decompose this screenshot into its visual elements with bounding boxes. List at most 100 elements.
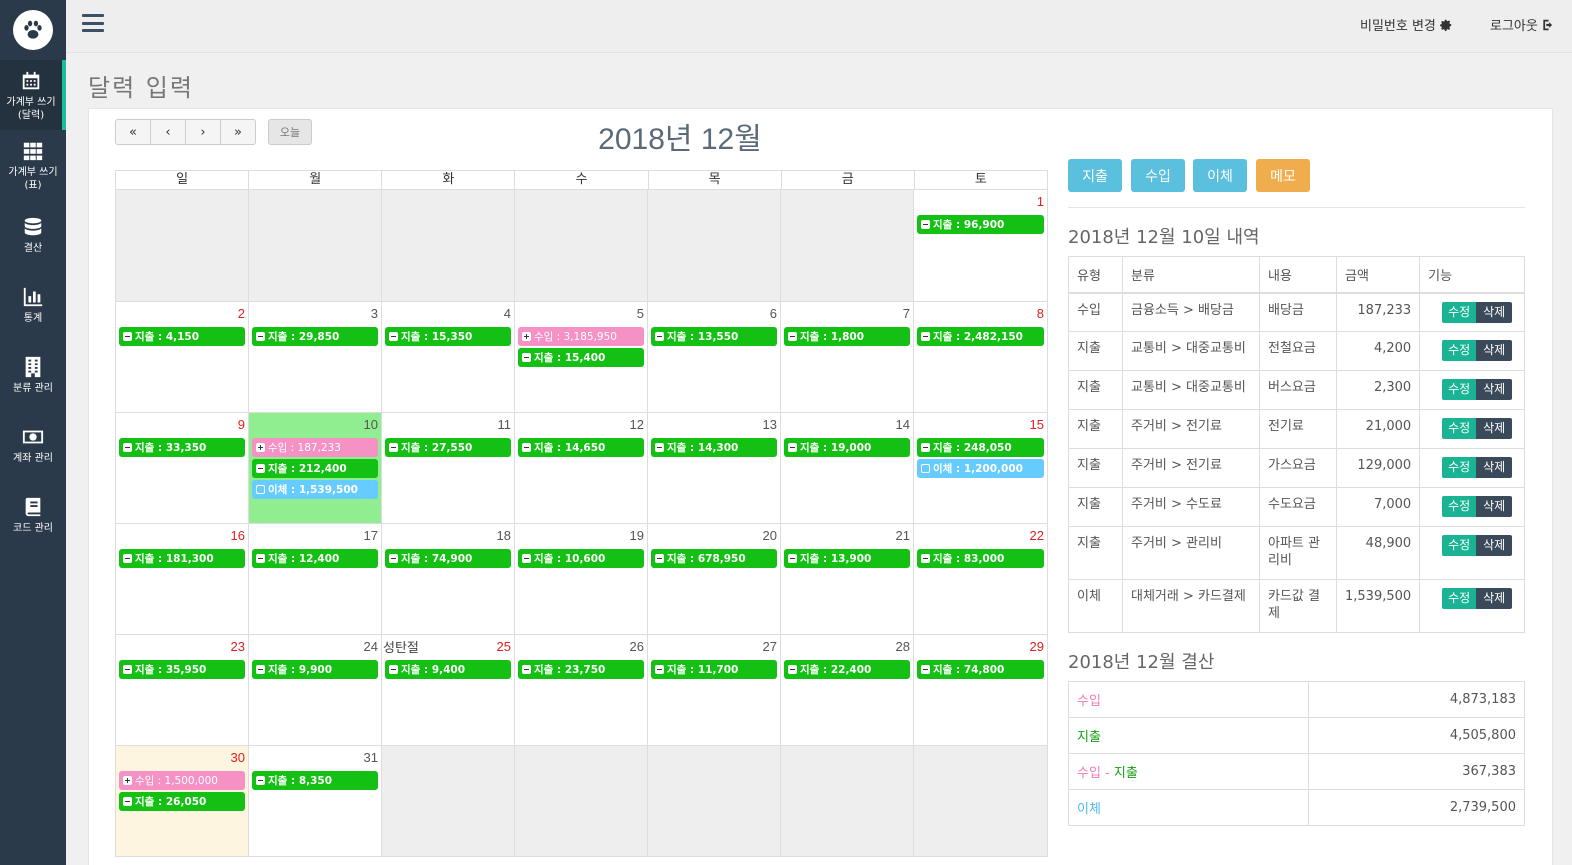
sidebar-item-6[interactable]: 계좌 관리 — [0, 410, 66, 480]
expense-event[interactable]: 지출 : 15,400 — [518, 348, 644, 367]
add-transfer-button[interactable]: 이체 — [1193, 159, 1247, 192]
sidebar-item-5[interactable]: 분류 관리 — [0, 340, 66, 410]
expense-event[interactable]: 지출 : 15,350 — [385, 327, 511, 346]
expense-event[interactable]: 지출 : 83,000 — [917, 549, 1044, 568]
calendar-day-12[interactable]: 12 지출 : 14,650 — [515, 413, 648, 523]
sidebar-item-7[interactable]: 코드 관리 — [0, 480, 66, 550]
edit-button[interactable]: 수정 — [1442, 496, 1477, 517]
calendar-day-31[interactable]: 31 지출 : 8,350 — [249, 746, 382, 856]
sidebar-item-1[interactable]: 가계부 쓰기 (달력) — [0, 60, 66, 130]
change-password-link[interactable]: 비밀번호 변경 — [1360, 15, 1453, 34]
logout-link[interactable]: 로그아웃 — [1490, 15, 1555, 34]
expense-event[interactable]: 지출 : 9,400 — [385, 660, 511, 679]
paw-logo-icon[interactable] — [13, 10, 53, 50]
expense-event[interactable]: 지출 : 74,900 — [385, 549, 511, 568]
add-expense-button[interactable]: 지출 — [1068, 159, 1122, 192]
edit-button[interactable]: 수정 — [1442, 535, 1477, 556]
calendar-day-29[interactable]: 29 지출 : 74,800 — [914, 635, 1047, 745]
income-event[interactable]: 수입 : 3,185,950 — [518, 327, 644, 346]
edit-button[interactable]: 수정 — [1442, 379, 1477, 400]
delete-button[interactable]: 삭제 — [1476, 301, 1513, 323]
expense-event[interactable]: 지출 : 1,800 — [784, 327, 910, 346]
calendar-day-18[interactable]: 18 지출 : 74,900 — [382, 524, 515, 634]
calendar-day-2[interactable]: 2 지출 : 4,150 — [116, 302, 249, 412]
calendar-day-28[interactable]: 28 지출 : 22,400 — [781, 635, 914, 745]
edit-button[interactable]: 수정 — [1442, 588, 1477, 609]
expense-event[interactable]: 지출 : 9,900 — [252, 660, 378, 679]
calendar-day-30[interactable]: 30 수입 : 1,500,000 지출 : 26,050 — [116, 746, 249, 856]
expense-event[interactable]: 지출 : 26,050 — [119, 792, 245, 811]
edit-button[interactable]: 수정 — [1442, 418, 1477, 439]
add-memo-button[interactable]: 메모 — [1256, 159, 1310, 192]
menu-toggle-icon[interactable] — [82, 14, 104, 32]
delete-button[interactable]: 삭제 — [1476, 496, 1513, 517]
calendar-day-10[interactable]: 10 수입 : 187,233 지출 : 212,400 이체 : 1,539,500 — [249, 413, 382, 523]
next-year-button[interactable]: » — [220, 119, 256, 145]
calendar-day-27[interactable]: 27 지출 : 11,700 — [648, 635, 781, 745]
calendar-day-24[interactable]: 24 지출 : 9,900 — [249, 635, 382, 745]
calendar-day-9[interactable]: 9 지출 : 33,350 — [116, 413, 249, 523]
calendar-day-23[interactable]: 23 지출 : 35,950 — [116, 635, 249, 745]
expense-event[interactable]: 지출 : 10,600 — [518, 549, 644, 568]
expense-event[interactable]: 지출 : 248,050 — [917, 438, 1044, 457]
edit-button[interactable]: 수정 — [1442, 457, 1477, 478]
calendar-day-16[interactable]: 16 지출 : 181,300 — [116, 524, 249, 634]
calendar-day-6[interactable]: 6 지출 : 13,550 — [648, 302, 781, 412]
transfer-event[interactable]: 이체 : 1,539,500 — [252, 480, 378, 499]
edit-button[interactable]: 수정 — [1442, 340, 1477, 361]
income-event[interactable]: 수입 : 187,233 — [252, 438, 378, 457]
calendar-day-15[interactable]: 15 지출 : 248,050 이체 : 1,200,000 — [914, 413, 1047, 523]
calendar-day-11[interactable]: 11 지출 : 27,550 — [382, 413, 515, 523]
calendar-day-21[interactable]: 21 지출 : 13,900 — [781, 524, 914, 634]
delete-button[interactable]: 삭제 — [1476, 588, 1513, 609]
calendar-day-25[interactable]: 25 성탄절 지출 : 9,400 — [382, 635, 515, 745]
calendar-day-14[interactable]: 14 지출 : 19,000 — [781, 413, 914, 523]
today-button[interactable]: 오늘 — [268, 119, 312, 145]
calendar-day-8[interactable]: 8 지출 : 2,482,150 — [914, 302, 1047, 412]
calendar-day-22[interactable]: 22 지출 : 83,000 — [914, 524, 1047, 634]
expense-event[interactable]: 지출 : 181,300 — [119, 549, 245, 568]
expense-event[interactable]: 지출 : 74,800 — [917, 660, 1044, 679]
expense-event[interactable]: 지출 : 212,400 — [252, 459, 378, 478]
expense-event[interactable]: 지출 : 8,350 — [252, 771, 378, 790]
calendar-day-7[interactable]: 7 지출 : 1,800 — [781, 302, 914, 412]
expense-event[interactable]: 지출 : 23,750 — [518, 660, 644, 679]
expense-event[interactable]: 지출 : 2,482,150 — [917, 327, 1044, 346]
expense-event[interactable]: 지출 : 14,300 — [651, 438, 777, 457]
calendar-day-19[interactable]: 19 지출 : 10,600 — [515, 524, 648, 634]
transfer-event[interactable]: 이체 : 1,200,000 — [917, 459, 1044, 478]
expense-event[interactable]: 지출 : 678,950 — [651, 549, 777, 568]
expense-event[interactable]: 지출 : 19,000 — [784, 438, 910, 457]
expense-event[interactable]: 지출 : 33,350 — [119, 438, 245, 457]
prev-month-button[interactable]: ‹ — [150, 119, 186, 145]
delete-button[interactable]: 삭제 — [1476, 418, 1513, 439]
edit-button[interactable]: 수정 — [1442, 301, 1477, 323]
delete-button[interactable]: 삭제 — [1476, 457, 1513, 478]
calendar-day-13[interactable]: 13 지출 : 14,300 — [648, 413, 781, 523]
expense-event[interactable]: 지출 : 22,400 — [784, 660, 910, 679]
delete-button[interactable]: 삭제 — [1476, 340, 1513, 361]
prev-year-button[interactable]: « — [115, 119, 151, 145]
expense-event[interactable]: 지출 : 4,150 — [119, 327, 245, 346]
calendar-day-5[interactable]: 5 수입 : 3,185,950 지출 : 15,400 — [515, 302, 648, 412]
expense-event[interactable]: 지출 : 35,950 — [119, 660, 245, 679]
sidebar-item-2[interactable]: 가계부 쓰기 (표) — [0, 130, 66, 200]
calendar-day-3[interactable]: 3 지출 : 29,850 — [249, 302, 382, 412]
expense-event[interactable]: 지출 : 27,550 — [385, 438, 511, 457]
calendar-day-20[interactable]: 20 지출 : 678,950 — [648, 524, 781, 634]
calendar-day-26[interactable]: 26 지출 : 23,750 — [515, 635, 648, 745]
delete-button[interactable]: 삭제 — [1476, 379, 1513, 400]
expense-event[interactable]: 지출 : 12,400 — [252, 549, 378, 568]
calendar-day-1[interactable]: 1 지출 : 96,900 — [914, 190, 1047, 301]
delete-button[interactable]: 삭제 — [1476, 535, 1513, 556]
expense-event[interactable]: 지출 : 14,650 — [518, 438, 644, 457]
sidebar-item-4[interactable]: 통계 — [0, 270, 66, 340]
expense-event[interactable]: 지출 : 96,900 — [917, 215, 1044, 234]
calendar-day-4[interactable]: 4 지출 : 15,350 — [382, 302, 515, 412]
sidebar-item-3[interactable]: 결산 — [0, 200, 66, 270]
income-event[interactable]: 수입 : 1,500,000 — [119, 771, 245, 790]
next-month-button[interactable]: › — [185, 119, 221, 145]
expense-event[interactable]: 지출 : 13,900 — [784, 549, 910, 568]
calendar-day-17[interactable]: 17 지출 : 12,400 — [249, 524, 382, 634]
expense-event[interactable]: 지출 : 29,850 — [252, 327, 378, 346]
